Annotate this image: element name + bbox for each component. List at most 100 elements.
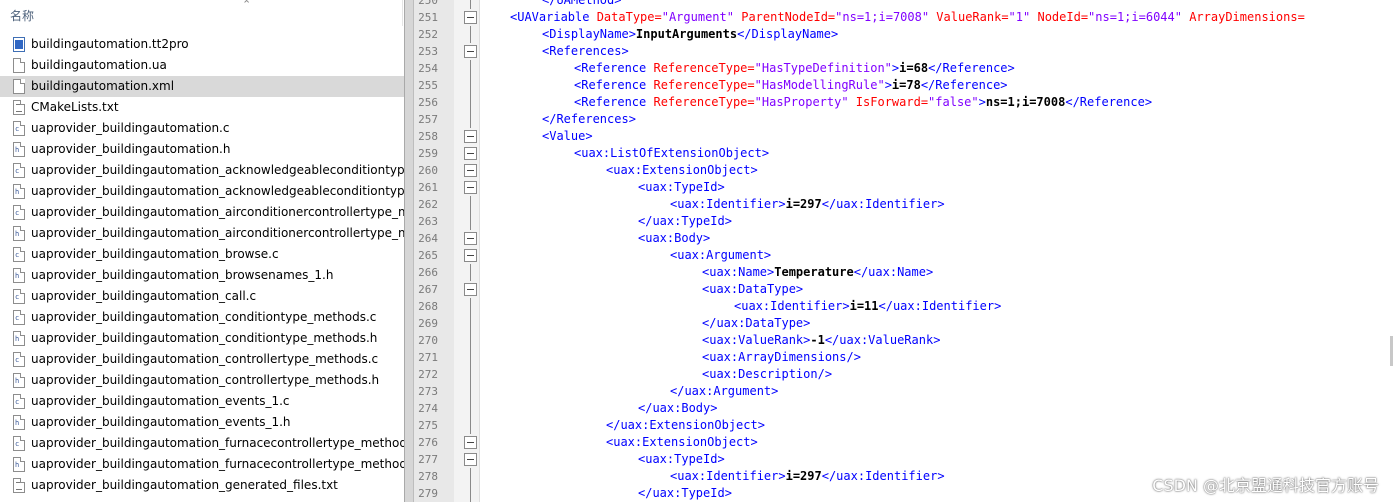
line-number: 264 [418, 232, 438, 245]
h-file-icon: h [13, 268, 25, 283]
xml-attribute: ArrayDimensions= [1189, 10, 1305, 24]
fold-toggle[interactable] [464, 11, 477, 24]
xml-tag: </uax:Identifier> [821, 197, 945, 211]
code-line: 277 <uax:TypeId> [414, 451, 1393, 468]
column-divider[interactable] [402, 0, 403, 26]
fold-toggle[interactable] [464, 130, 477, 143]
xml-attribute: DataType= [596, 10, 662, 24]
document-icon [13, 58, 25, 73]
file-name: uaprovider_buildingautomation_controller… [31, 373, 380, 387]
file-item[interactable]: c uaprovider_buildingautomation_browse.c [0, 244, 404, 265]
xml-text: i=78 [891, 78, 921, 92]
line-number: 275 [418, 419, 438, 432]
code-line: 252 <DisplayName>InputArguments</DisplayN… [414, 26, 1393, 43]
fold-guide [470, 298, 471, 315]
file-item[interactable]: buildingautomation.tt2pro [0, 34, 404, 55]
file-name: uaprovider_buildingautomation_browsename… [31, 268, 334, 282]
line-number: 256 [418, 96, 438, 109]
xml-tag: </Reference> [1065, 95, 1153, 109]
fold-toggle[interactable] [464, 164, 477, 177]
fold-guide [470, 77, 471, 94]
xml-tag: <DisplayName> [542, 27, 636, 41]
file-item[interactable]: h uaprovider_buildingautomation_browsenam… [0, 265, 404, 286]
code-editor[interactable]: 250 </UAMethod> 251 <UAVariable DataType="A… [414, 0, 1393, 502]
file-item[interactable]: c uaprovider_buildingautomation_call.c [0, 286, 404, 307]
xml-attribute: ReferenceType= [653, 78, 755, 92]
file-item[interactable]: h uaprovider_buildingautomation_controlle… [0, 370, 404, 391]
xml-tag: <Reference [574, 78, 654, 92]
file-item[interactable]: c uaprovider_buildingautomation_events_1.… [0, 391, 404, 412]
fold-toggle[interactable] [464, 436, 477, 449]
file-item[interactable]: c uaprovider_buildingautomation_aircondit… [0, 202, 404, 223]
c-file-icon: c [13, 436, 25, 451]
h-file-icon: h [13, 457, 25, 472]
file-item[interactable]: h uaprovider_buildingautomation_events_1.… [0, 412, 404, 433]
h-file-icon: h [13, 331, 25, 346]
file-item[interactable]: buildingautomation.ua [0, 55, 404, 76]
file-item[interactable]: h uaprovider_buildingautomation_furnaceco… [0, 454, 404, 475]
fold-guide [470, 0, 471, 9]
code-line: 275 </uax:ExtensionObject> [414, 417, 1393, 434]
fold-toggle[interactable] [464, 453, 477, 466]
file-name: uaprovider_buildingautomation.c [31, 121, 230, 135]
fold-toggle[interactable] [464, 45, 477, 58]
file-item[interactable]: c uaprovider_buildingautomation_acknowled… [0, 160, 404, 181]
xml-tag: <UAVariable [510, 10, 597, 24]
file-item[interactable]: h uaprovider_buildingautomation_acknowled… [0, 181, 404, 202]
pane-splitter[interactable] [404, 0, 414, 502]
code-line: 268 <uax:Identifier>i=11</uax:Identifier> [414, 298, 1393, 315]
xml-tag: </DisplayName> [737, 27, 839, 41]
file-item[interactable]: c uaprovider_buildingautomation_controlle… [0, 349, 404, 370]
xml-tag: <uax:Body> [638, 231, 711, 245]
xml-tag: <uax:Argument> [670, 248, 772, 262]
file-item[interactable]: c uaprovider_buildingautomation_furnaceco… [0, 433, 404, 454]
line-number: 276 [418, 436, 438, 449]
file-explorer-pane: 名称 ⌃ buildingautomation.tt2pro buildingau… [0, 0, 404, 502]
c-file-icon: c [13, 310, 25, 325]
fold-guide [470, 264, 471, 281]
code-line: 265 <uax:Argument> [414, 247, 1393, 264]
c-file-icon: c [13, 121, 25, 136]
file-item[interactable]: c uaprovider_buildingautomation.c [0, 118, 404, 139]
line-number: 260 [418, 164, 438, 177]
c-file-icon: c [13, 247, 25, 262]
xml-attribute-value: "HasProperty" [754, 95, 849, 109]
file-item[interactable]: c uaprovider_buildingautomation_condition… [0, 307, 404, 328]
file-name: uaprovider_buildingautomation_airconditi… [31, 205, 404, 219]
file-item[interactable]: h uaprovider_buildingautomation_aircondit… [0, 223, 404, 244]
file-item[interactable]: CMakeLists.txt [0, 97, 404, 118]
xml-attribute: ValueRank= [936, 10, 1009, 24]
code-line: 255 <Reference ReferenceType="HasModellin… [414, 77, 1393, 94]
fold-toggle[interactable] [464, 249, 477, 262]
xml-tag: </uax:TypeId> [638, 486, 732, 500]
fold-toggle[interactable] [464, 283, 477, 296]
line-number: 278 [418, 470, 438, 483]
xml-tag: </Reference> [928, 61, 1015, 75]
xml-text: Temperature [774, 265, 854, 279]
name-column-header[interactable]: 名称 ⌃ [0, 0, 404, 26]
xml-tag: > [884, 78, 892, 92]
fold-toggle[interactable] [464, 232, 477, 245]
fold-guide [470, 468, 471, 485]
file-name: buildingautomation.tt2pro [31, 37, 189, 51]
c-file-icon: c [13, 394, 25, 409]
xml-tag: </uax:ValueRank> [824, 333, 941, 347]
code-line: 273 </uax:Argument> [414, 383, 1393, 400]
code-line: 270 <uax:ValueRank>-1</uax:ValueRank> [414, 332, 1393, 349]
file-name: uaprovider_buildingautomation_events_1.h [31, 415, 291, 429]
h-file-icon: h [13, 415, 25, 430]
file-list: buildingautomation.tt2pro buildingautomat… [0, 34, 404, 496]
line-number: 269 [418, 317, 438, 330]
file-name: uaprovider_buildingautomation_controller… [31, 352, 379, 366]
file-item[interactable]: uaprovider_buildingautomation_generated_… [0, 475, 404, 496]
file-item[interactable]: h uaprovider_buildingautomation_condition… [0, 328, 404, 349]
file-item[interactable]: buildingautomation.xml [0, 76, 404, 97]
xml-attribute-value: "ns=1;i=7008" [835, 10, 930, 24]
xml-tag: <uax:ExtensionObject> [606, 163, 758, 177]
file-item[interactable]: h uaprovider_buildingautomation.h [0, 139, 404, 160]
line-number: 254 [418, 62, 438, 75]
xml-text: -1 [810, 333, 825, 347]
fold-toggle[interactable] [464, 147, 477, 160]
code-line: 272 <uax:Description/> [414, 366, 1393, 383]
fold-toggle[interactable] [464, 181, 477, 194]
